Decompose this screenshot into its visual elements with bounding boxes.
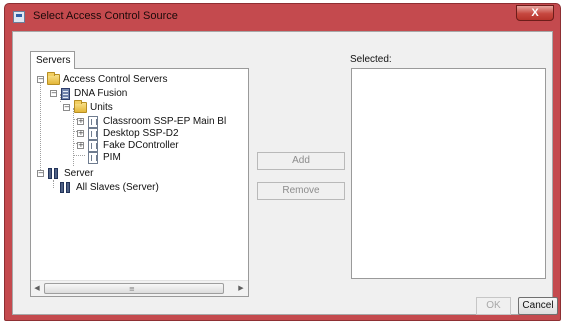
selected-label: Selected: <box>350 54 392 65</box>
tab-servers[interactable]: Servers <box>30 51 75 69</box>
dialog-window: Select Access Control Source X Servers − <box>4 3 561 321</box>
tree-node-label: Fake DController <box>103 140 179 151</box>
tree-node-server[interactable]: − Server <box>31 167 248 181</box>
tree-node-label: Server <box>64 168 94 179</box>
tree-node-label: DNA Fusion <box>74 88 128 99</box>
add-button[interactable]: Add <box>257 152 345 170</box>
server-icon <box>61 88 70 100</box>
remove-button[interactable]: Remove <box>257 182 345 200</box>
close-button[interactable]: X <box>516 5 554 21</box>
tree-node-label: Classroom SSP-EP Main Bl <box>103 116 227 127</box>
expand-icon[interactable]: + <box>77 142 84 149</box>
title-bar[interactable]: Select Access Control Source X <box>5 4 560 30</box>
server-tree[interactable]: − Access Control Servers − DNA Fusion − … <box>31 69 248 280</box>
tree-node-access-control-servers[interactable]: − Access Control Servers <box>31 72 248 87</box>
tree-node-label: Access Control Servers <box>63 74 168 85</box>
expand-icon[interactable]: + <box>77 130 84 137</box>
tree-node-label: PIM <box>103 152 121 163</box>
horizontal-scrollbar[interactable]: ◀ ≡ ▶ <box>31 280 248 296</box>
ok-button[interactable]: OK <box>476 297 511 315</box>
collapse-icon[interactable]: − <box>50 90 57 97</box>
server-group-icon <box>59 182 73 194</box>
server-group-icon <box>47 168 61 180</box>
cancel-button[interactable]: Cancel <box>518 297 558 315</box>
scroll-right-arrow-icon[interactable]: ▶ <box>236 283 246 294</box>
scroll-thumb[interactable]: ≡ <box>44 283 224 294</box>
tree-node-units[interactable]: − Units <box>31 100 248 115</box>
tree-node-dna-fusion[interactable]: − DNA Fusion <box>31 87 248 101</box>
collapse-icon[interactable]: − <box>37 170 44 177</box>
folder-icon <box>47 72 60 85</box>
tree-node-all-slaves[interactable]: All Slaves (Server) <box>31 181 248 195</box>
controller-icon <box>88 152 98 164</box>
folder-icon <box>74 100 87 113</box>
dialog-body: Servers − Access Control Servers − DNA F… <box>12 31 558 315</box>
app-icon <box>13 11 25 23</box>
collapse-icon[interactable]: − <box>37 76 44 83</box>
tree-node-label: Units <box>90 102 113 113</box>
servers-tab-panel: − Access Control Servers − DNA Fusion − … <box>30 68 249 297</box>
dialog-title: Select Access Control Source <box>33 10 178 22</box>
scroll-grip-icon: ≡ <box>129 285 135 293</box>
collapse-icon[interactable]: − <box>63 104 70 111</box>
scroll-left-arrow-icon[interactable]: ◀ <box>32 283 42 294</box>
tree-node-unit[interactable]: PIM <box>31 151 248 165</box>
expand-icon[interactable]: + <box>77 118 84 125</box>
selected-list[interactable] <box>351 68 546 279</box>
tree-node-label: All Slaves (Server) <box>76 182 159 193</box>
tree-node-label: Desktop SSP-D2 <box>103 128 179 139</box>
